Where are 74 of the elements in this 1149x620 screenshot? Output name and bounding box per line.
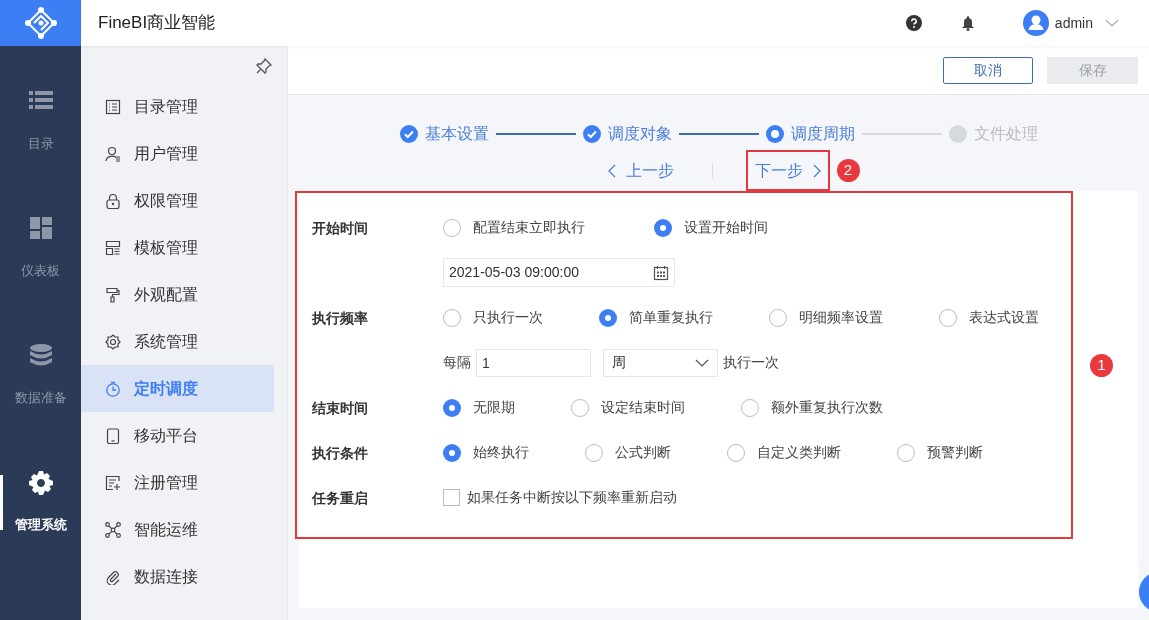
chevron-right-icon	[812, 163, 821, 178]
radio-option[interactable]: 始终执行	[443, 442, 529, 463]
rail-item[interactable]: 目录	[0, 58, 81, 185]
sidebar-item[interactable]: 外观配置	[81, 271, 274, 318]
field-label: 执行条件	[312, 444, 368, 461]
radio-option[interactable]: 设定结束时间	[571, 397, 685, 418]
radio-option[interactable]: 公式判断	[585, 442, 671, 463]
previous-step-link[interactable]: 上一步	[607, 158, 674, 183]
step-label: 基本设置	[424, 123, 489, 144]
stopwatch-icon	[105, 380, 121, 397]
avatar-icon	[1022, 10, 1049, 36]
cancel-button[interactable]: 取消	[943, 56, 1033, 84]
database-icon	[28, 343, 53, 368]
radio-option[interactable]: 表达式设置	[939, 307, 1039, 328]
radio-option[interactable]: 预警判断	[897, 442, 983, 463]
restart-checkbox[interactable]: 如果任务中断按以下频率重新启动	[443, 487, 677, 508]
sidebar-item[interactable]: 模板管理	[81, 224, 274, 271]
help-icon	[905, 15, 922, 31]
app-title: FineBI商业智能	[98, 12, 216, 35]
field-label: 开始时间	[312, 219, 368, 236]
field-label: 结束时间	[312, 399, 368, 416]
unit-dropdown[interactable]: 周	[603, 348, 718, 377]
tablet-icon	[105, 427, 121, 444]
radio-option[interactable]: 自定义类判断	[727, 442, 841, 463]
radio-option[interactable]: 额外重复执行次数	[741, 397, 883, 418]
step-label: 调度对象	[607, 123, 672, 144]
step-label: 调度周期	[790, 123, 855, 144]
rail-item[interactable]: 仪表板	[0, 185, 81, 312]
sidebar-item[interactable]: 目录管理	[81, 83, 274, 130]
sidebar-item[interactable]: 权限管理	[81, 177, 274, 224]
field-label: 任务重启	[312, 489, 368, 506]
settings-icon	[28, 470, 53, 495]
chevron-down-icon	[1105, 19, 1119, 27]
lock-icon	[105, 192, 121, 209]
dashboard-icon	[28, 216, 53, 241]
catalog-icon	[105, 98, 121, 115]
logo-tile[interactable]	[0, 0, 81, 46]
paint-roller-icon	[105, 286, 121, 303]
radio-option[interactable]: 无限期	[443, 397, 515, 418]
user-icon	[105, 145, 121, 162]
sidebar-item[interactable]: 系统管理	[81, 318, 274, 365]
chevron-down-icon	[695, 358, 709, 367]
user-menu[interactable]: admin	[1022, 10, 1119, 36]
sidebar-item[interactable]: 智能运维	[81, 506, 274, 553]
sidebar-item[interactable]: 数据连接	[81, 553, 274, 600]
network-icon	[105, 521, 121, 538]
register-icon	[105, 474, 121, 491]
step-label: 文件处理	[973, 123, 1038, 144]
chevron-left-icon	[607, 163, 616, 178]
gear-icon	[105, 333, 121, 350]
annotation-badge: 1	[1090, 354, 1113, 377]
radio-option[interactable]: 简单重复执行	[599, 307, 713, 328]
logo-icon	[23, 6, 58, 40]
interval-input[interactable]: 1	[476, 348, 591, 377]
interval-label: 每隔	[443, 353, 471, 372]
interval-label: 执行一次	[723, 353, 779, 372]
rail-item[interactable]: 管理系统	[0, 439, 81, 566]
field-label: 执行频率	[312, 309, 368, 326]
annotation-badge: 2	[836, 159, 860, 182]
date-field[interactable]: 2021-05-03 09:00:00	[443, 258, 675, 287]
rail-item[interactable]: 数据准备	[0, 312, 81, 439]
bell-icon	[960, 15, 975, 31]
sidebar-item[interactable]: 移动平台	[81, 412, 274, 459]
radio-option[interactable]: 只执行一次	[443, 307, 543, 328]
next-step-link[interactable]: 下一步	[745, 150, 830, 191]
calendar-icon	[653, 264, 669, 281]
sidebar-item[interactable]: 用户管理	[81, 130, 274, 177]
pin-icon	[256, 58, 272, 74]
radio-option[interactable]: 设置开始时间	[654, 217, 768, 238]
radio-option[interactable]: 明细频率设置	[769, 307, 883, 328]
paperclip-icon	[105, 568, 121, 585]
radio-option[interactable]: 配置结束立即执行	[443, 217, 585, 238]
template-icon	[105, 239, 121, 256]
sidebar-item[interactable]: 注册管理	[81, 459, 274, 506]
